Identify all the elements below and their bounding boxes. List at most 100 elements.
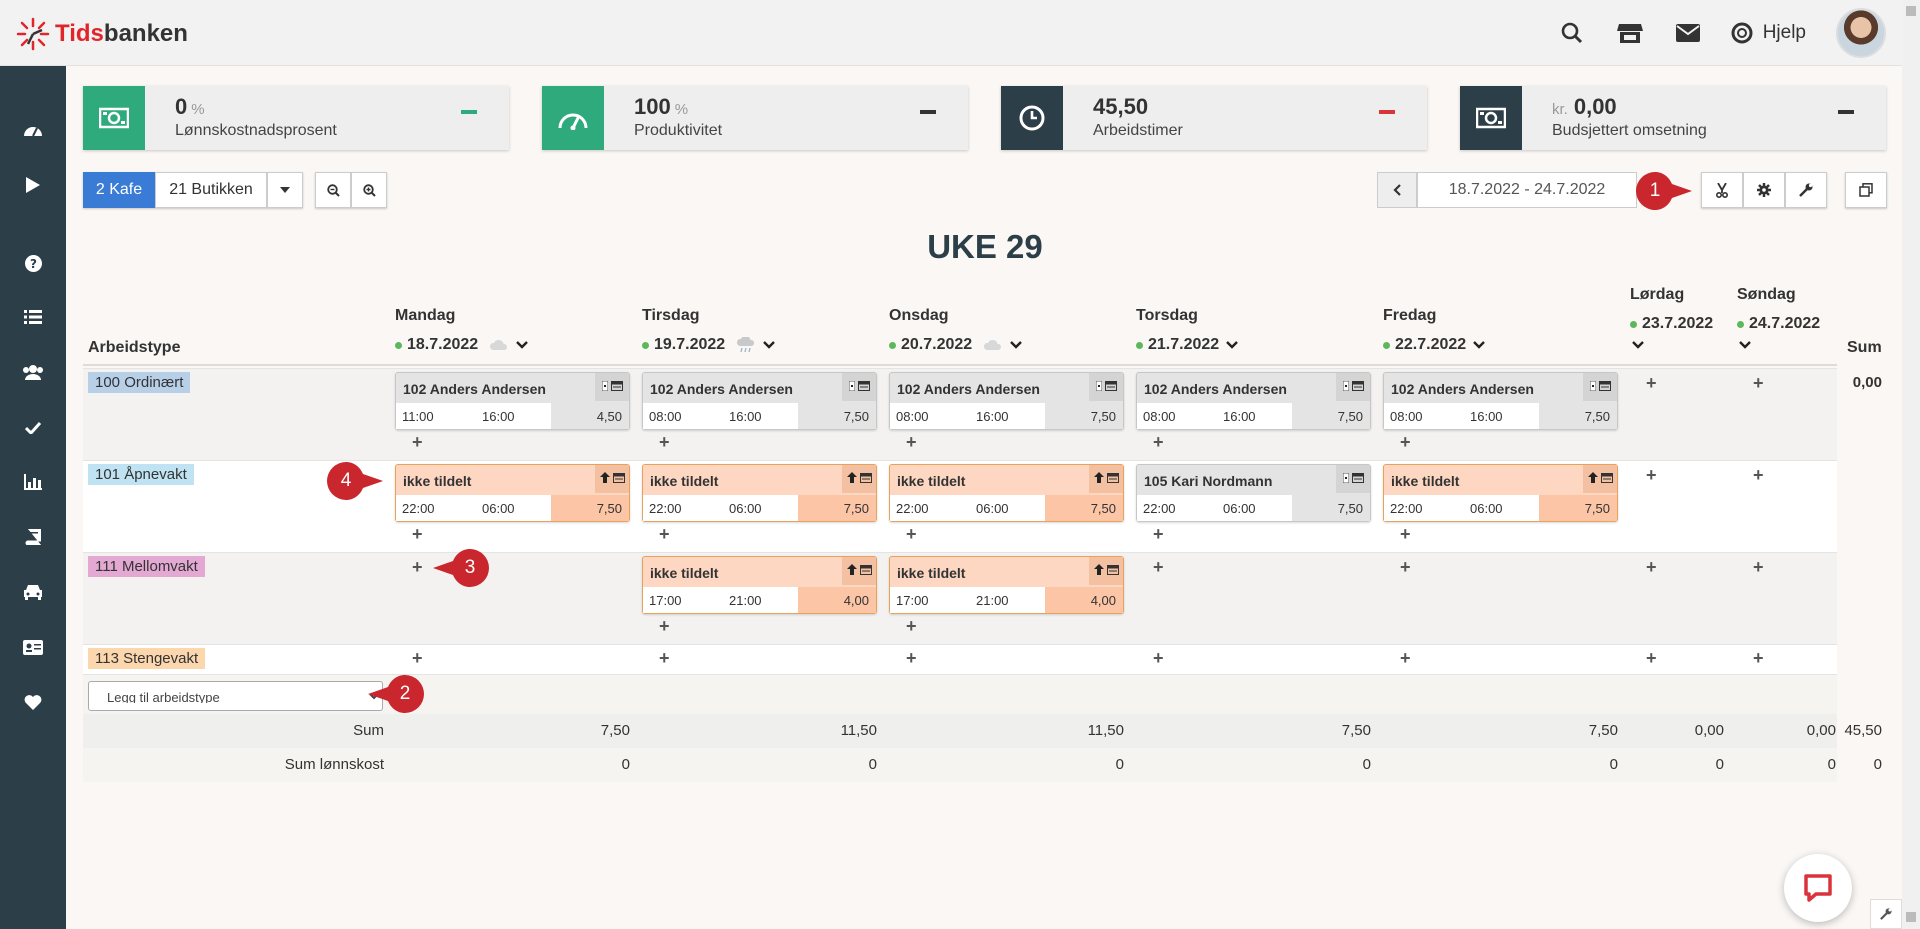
worktype-label[interactable]: 111 Mellomvakt (88, 556, 205, 577)
flag-icon[interactable] (1342, 380, 1349, 394)
add-shift-button[interactable]: + (412, 557, 423, 578)
add-worktype-select[interactable]: Legg til arbeidstype (88, 681, 383, 711)
shift-start[interactable]: 08:00 (643, 403, 723, 429)
arrow-up-icon[interactable] (1587, 472, 1598, 486)
add-shift-button[interactable]: + (1646, 557, 1657, 578)
shift-end[interactable]: 16:00 (1464, 403, 1539, 429)
calendar-icon[interactable] (610, 380, 623, 394)
shift-card[interactable]: ikke tildelt 17:00 21:00 4,00 (889, 556, 1124, 614)
shift-start[interactable]: 17:00 (643, 587, 723, 613)
shift-tools[interactable] (1583, 373, 1617, 401)
add-shift-button[interactable]: + (412, 432, 423, 453)
shift-end[interactable]: 16:00 (723, 403, 798, 429)
id-card-icon[interactable] (0, 632, 66, 662)
date-range[interactable]: 18.7.2022 - 24.7.2022 (1417, 172, 1637, 208)
shift-tools[interactable] (842, 465, 876, 493)
shift-tools[interactable] (1336, 373, 1370, 401)
dashboard-icon[interactable] (0, 115, 66, 145)
chevron-down-icon[interactable] (1632, 341, 1644, 349)
shift-tools[interactable] (595, 465, 629, 493)
shift-end[interactable]: 21:00 (723, 587, 798, 613)
chevron-down-icon[interactable] (516, 341, 529, 349)
shift-start[interactable]: 08:00 (1137, 403, 1217, 429)
add-shift-button[interactable]: + (906, 432, 917, 453)
shift-card[interactable]: ikke tildelt 17:00 21:00 4,00 (642, 556, 877, 614)
scrollbar[interactable] (1902, 0, 1920, 929)
flag-icon[interactable] (848, 380, 855, 394)
wrench-corner-button[interactable] (1870, 899, 1902, 929)
shift-start[interactable]: 08:00 (890, 403, 970, 429)
shift-end[interactable]: 06:00 (1464, 495, 1539, 521)
add-shift-button[interactable]: + (1753, 373, 1764, 394)
flag-icon[interactable] (1342, 472, 1349, 486)
shift-card[interactable]: ikke tildelt 22:00 06:00 7,50 (395, 464, 630, 522)
shift-card[interactable]: 105 Kari Nordmann 22:00 06:00 7,50 (1136, 464, 1371, 522)
calendar-icon[interactable] (1106, 564, 1119, 578)
logo[interactable]: Tidsbanken (15, 16, 188, 52)
chevron-down-icon[interactable] (1473, 341, 1486, 349)
arrow-up-icon[interactable] (846, 472, 857, 486)
shift-end[interactable]: 06:00 (1217, 495, 1292, 521)
calendar-icon[interactable] (1598, 380, 1611, 394)
shift-end[interactable]: 06:00 (476, 495, 551, 521)
worktype-label[interactable]: 113 Stengevakt (88, 648, 206, 669)
add-shift-button[interactable]: + (412, 648, 423, 669)
day-date[interactable]: 18.7.2022 (395, 336, 529, 354)
calendar-icon[interactable] (1104, 380, 1117, 394)
shift-tools[interactable] (1089, 557, 1123, 585)
add-shift-button[interactable]: + (1400, 557, 1411, 578)
shift-tools[interactable] (1089, 465, 1123, 493)
add-shift-button[interactable]: + (1400, 524, 1411, 545)
add-shift-button[interactable]: + (906, 616, 917, 637)
chevron-down-icon[interactable] (1226, 341, 1239, 349)
play-icon[interactable] (0, 170, 66, 200)
shift-end[interactable]: 06:00 (723, 495, 798, 521)
add-shift-button[interactable]: + (1153, 432, 1164, 453)
shift-start[interactable]: 22:00 (890, 495, 970, 521)
calendar-icon[interactable] (859, 472, 872, 486)
shift-start[interactable]: 22:00 (396, 495, 476, 521)
shift-card[interactable]: ikke tildelt 22:00 06:00 7,50 (889, 464, 1124, 522)
avatar[interactable] (1836, 8, 1886, 58)
arrow-up-icon[interactable] (599, 472, 610, 486)
add-shift-button[interactable]: + (1646, 373, 1657, 394)
shift-tools[interactable] (842, 557, 876, 585)
shift-tools[interactable] (1583, 465, 1617, 493)
shift-end[interactable]: 21:00 (970, 587, 1045, 613)
flag-icon[interactable] (601, 380, 608, 394)
shift-card[interactable]: 102 Anders Andersen 11:00 16:00 4,50 (395, 372, 630, 430)
add-shift-button[interactable]: + (906, 524, 917, 545)
store-icon[interactable] (1615, 18, 1645, 48)
shift-card[interactable]: 102 Anders Andersen 08:00 16:00 7,50 (1383, 372, 1618, 430)
add-shift-button[interactable]: + (1153, 557, 1164, 578)
add-shift-button[interactable]: + (659, 524, 670, 545)
add-shift-button[interactable]: + (1153, 648, 1164, 669)
book-icon[interactable] (0, 522, 66, 552)
search-icon[interactable] (1557, 18, 1587, 48)
add-shift-button[interactable]: + (1646, 648, 1657, 669)
shift-start[interactable]: 08:00 (1384, 403, 1464, 429)
help-link[interactable]: Hjelp (1731, 22, 1806, 44)
flag-icon[interactable] (1589, 380, 1596, 394)
shift-end[interactable]: 06:00 (970, 495, 1045, 521)
shift-tools[interactable] (595, 373, 629, 401)
shift-card[interactable]: 102 Anders Andersen 08:00 16:00 7,50 (642, 372, 877, 430)
add-shift-button[interactable]: + (1153, 524, 1164, 545)
worktype-label[interactable]: 101 Åpnevakt (88, 464, 194, 485)
add-shift-button[interactable]: + (412, 524, 423, 545)
add-shift-button[interactable]: + (1400, 432, 1411, 453)
worktype-label[interactable]: 100 Ordinært (88, 372, 191, 393)
tools-button[interactable] (1785, 172, 1827, 208)
shift-start[interactable]: 22:00 (1384, 495, 1464, 521)
shift-card[interactable]: ikke tildelt 22:00 06:00 7,50 (1383, 464, 1618, 522)
day-date[interactable]: 23.7.2022 (1630, 315, 1713, 333)
day-date[interactable]: 24.7.2022 (1737, 315, 1820, 333)
scroll-up-arrow[interactable] (1906, 6, 1916, 16)
add-shift-button[interactable]: + (1753, 465, 1764, 486)
scroll-down-arrow[interactable] (1906, 912, 1916, 922)
day-date[interactable]: 21.7.2022 (1136, 336, 1239, 354)
shift-start[interactable]: 22:00 (1137, 495, 1217, 521)
shift-card[interactable]: 102 Anders Andersen 08:00 16:00 7,50 (1136, 372, 1371, 430)
department-dropdown-button[interactable] (267, 172, 303, 208)
day-date[interactable]: 22.7.2022 (1383, 336, 1486, 354)
